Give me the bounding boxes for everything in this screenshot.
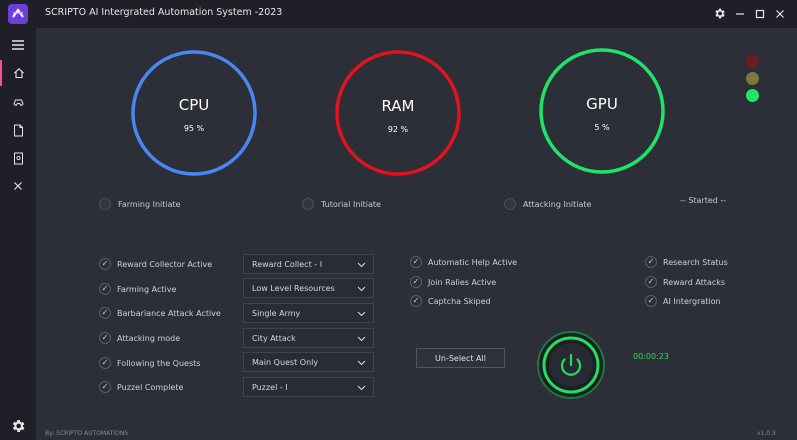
reward-collect-select[interactable]: Reward Collect - I [243,254,374,274]
research-status-option[interactable]: ✓ Research Status [645,256,728,268]
gamepad-icon[interactable] [0,89,36,115]
select-value: City Attack [252,333,296,343]
check-icon[interactable]: ✓ [645,256,657,268]
option-label: Following the Quests [117,358,201,368]
timer-display: 00:00:23 [633,352,669,361]
radio-button[interactable] [504,198,516,210]
cpu-label: CPU [178,96,210,114]
ram-label: RAM [381,97,415,115]
option-label: Join Ralies Active [428,277,497,287]
farming-active-option[interactable]: ✓ Farming Active [99,283,176,295]
gpu-value: 5 % [594,123,610,132]
radio-button[interactable] [99,198,111,210]
cpu-value: 95 % [183,124,205,133]
option-label: Barbariance Attack Active [117,308,221,318]
chevron-down-icon [357,311,366,317]
option-label: AI Intergration [663,296,721,306]
status-light-red [746,55,759,68]
chevron-down-icon [357,360,366,366]
close-icon[interactable] [0,173,36,199]
option-label: Tutorial Initiate [321,199,381,209]
app-logo [8,4,28,24]
ram-value: 92 % [387,125,409,134]
status-text: -- Started -- [680,196,727,205]
select-value: Puzzel - I [252,382,288,392]
option-label: Research Status [663,257,728,267]
gear-icon[interactable] [10,418,26,434]
farming-initiate-option[interactable]: Farming Initiate [99,198,181,210]
chevron-down-icon [357,385,366,391]
join-ralies-option[interactable]: ✓ Join Ralies Active [410,276,496,288]
power-button[interactable] [536,330,606,400]
option-label: Attacking Initiate [523,199,592,209]
check-icon[interactable]: ✓ [99,357,111,369]
document-icon[interactable] [0,117,36,143]
reward-collector-option[interactable]: ✓ Reward Collector Active [99,258,212,270]
attacking-mode-select[interactable]: City Attack [243,328,374,348]
check-icon[interactable]: ✓ [99,381,111,393]
sidebar [0,28,36,440]
attacking-initiate-option[interactable]: Attacking Initiate [504,198,591,210]
ai-intergration-option[interactable]: ✓ AI Intergration [645,295,721,307]
puzzel-select[interactable]: Puzzel - I [243,377,374,397]
puzzel-complete-option[interactable]: ✓ Puzzel Complete [99,381,183,393]
option-label: Captcha Skiped [428,296,491,306]
check-icon[interactable]: ✓ [99,283,111,295]
title-bar: SCRIPTO AI Intergrated Automation System… [0,0,797,28]
check-icon[interactable]: ✓ [99,307,111,319]
farming-select[interactable]: Low Level Resources [243,278,374,298]
quests-select[interactable]: Main Quest Only [243,352,374,372]
option-label: Farming Active [117,284,177,294]
select-value: Low Level Resources [252,283,335,293]
option-label: Automatic Help Active [428,257,518,267]
check-icon[interactable]: ✓ [410,295,422,307]
tutorial-initiate-option[interactable]: Tutorial Initiate [302,198,381,210]
check-icon[interactable]: ✓ [99,258,111,270]
following-quests-option[interactable]: ✓ Following the Quests [99,357,200,369]
option-label: Farming Initiate [118,199,181,209]
check-icon[interactable]: ✓ [410,276,422,288]
file-icon[interactable] [0,145,36,171]
barbariance-select[interactable]: Single Army [243,303,374,323]
option-label: Attacking mode [117,333,181,343]
option-label: Reward Collector Active [117,259,213,269]
chevron-down-icon [357,286,366,292]
hamburger-icon[interactable] [0,32,36,58]
select-value: Main Quest Only [252,357,319,367]
barbariance-attack-option[interactable]: ✓ Barbariance Attack Active [99,307,221,319]
check-icon[interactable]: ✓ [645,276,657,288]
check-icon[interactable]: ✓ [99,332,111,344]
home-icon[interactable] [0,60,36,86]
gpu-label: GPU [586,95,618,113]
window-title: SCRIPTO AI Intergrated Automation System… [45,7,283,18]
footer-credit: By: SCRIPTO AUTOMATIONS [45,430,129,437]
option-label: Reward Attacks [663,277,726,287]
version-label: v1.0.3 [757,430,776,437]
chevron-down-icon [357,336,366,342]
check-icon[interactable]: ✓ [410,256,422,268]
radio-button[interactable] [302,198,314,210]
close-icon[interactable] [771,5,789,23]
automatic-help-option[interactable]: ✓ Automatic Help Active [410,256,517,268]
maximize-icon[interactable] [751,5,769,23]
reward-attacks-option[interactable]: ✓ Reward Attacks [645,276,725,288]
status-light-green [746,89,759,102]
unselect-all-button[interactable]: Un-Select All [416,348,505,368]
attacking-mode-option[interactable]: ✓ Attacking mode [99,332,180,344]
captcha-skiped-option[interactable]: ✓ Captcha Skiped [410,295,491,307]
option-label: Puzzel Complete [117,382,184,392]
select-value: Single Army [252,308,301,318]
chevron-down-icon [357,262,366,268]
check-icon[interactable]: ✓ [645,295,657,307]
status-light-yellow [746,72,759,85]
select-value: Reward Collect - I [252,259,323,269]
minimize-icon[interactable] [731,5,749,23]
gear-icon[interactable] [710,5,728,23]
